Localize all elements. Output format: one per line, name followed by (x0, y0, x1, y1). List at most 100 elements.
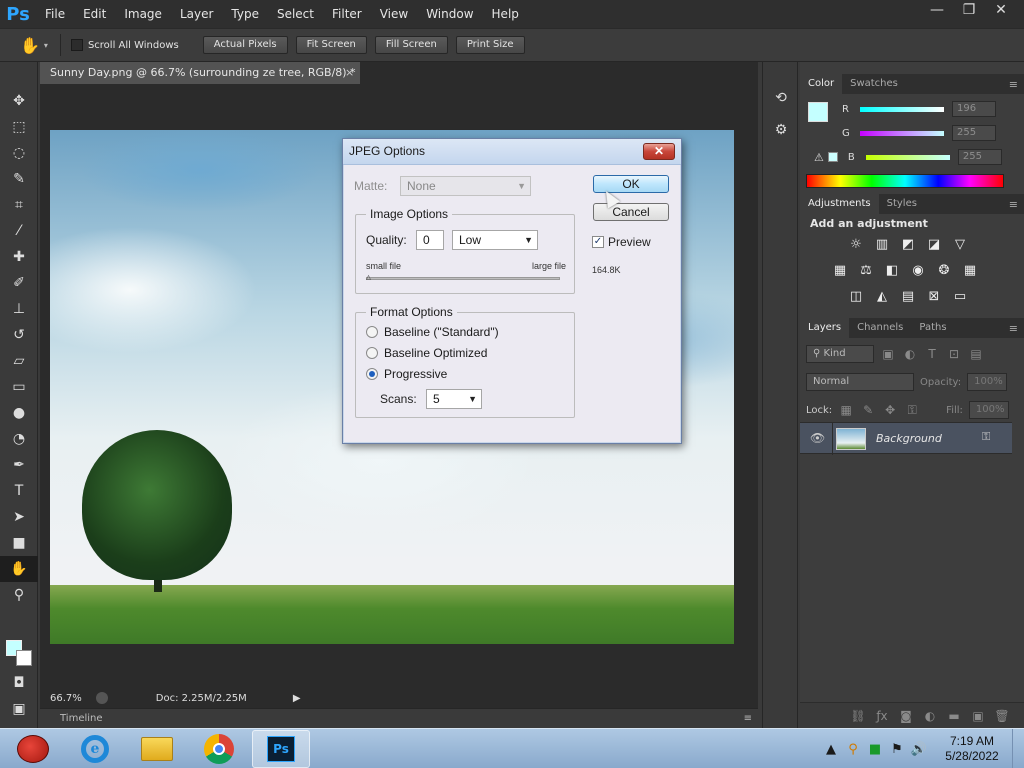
filter-pixel-icon[interactable]: ▣ (880, 347, 896, 361)
blur-tool-icon[interactable]: ● (0, 400, 38, 426)
eraser-tool-icon[interactable]: ▱ (0, 348, 38, 374)
tab-adjustments[interactable]: Adjustments (800, 194, 879, 214)
color-balance-icon[interactable]: ⚖ (856, 262, 876, 280)
progressive-radio[interactable] (366, 368, 378, 380)
green-value-field[interactable]: 255 (952, 125, 996, 141)
fill-field[interactable]: 100% (968, 401, 1009, 419)
tool-preset-chevron-icon[interactable]: ▾ (44, 41, 48, 50)
fit-screen-button[interactable]: Fit Screen (295, 36, 367, 54)
quality-input[interactable]: 0 (416, 230, 444, 250)
properties-panel-icon[interactable]: ⚙ (763, 114, 799, 146)
web-safe-swatch[interactable] (827, 152, 838, 162)
crop-tool-icon[interactable]: ⌗ (0, 192, 38, 218)
move-tool-icon[interactable]: ✥ (0, 88, 38, 114)
chrome-taskbar-icon[interactable] (190, 730, 248, 768)
tab-styles[interactable]: Styles (879, 194, 925, 214)
history-brush-tool-icon[interactable]: ↺ (0, 322, 38, 348)
zoom-tool-icon[interactable]: ⚲ (0, 582, 38, 608)
search-tray-icon[interactable]: ⚲ (842, 742, 864, 757)
opacity-field[interactable]: 100% (967, 373, 1008, 391)
selective-color-icon[interactable]: ⊠ (924, 288, 944, 306)
filter-adjustment-icon[interactable]: ◐ (902, 347, 918, 361)
background-color-swatch[interactable] (16, 650, 32, 666)
vibrance-icon[interactable]: ▽ (950, 236, 970, 254)
menu-layer[interactable]: Layer (171, 0, 222, 28)
system-clock[interactable]: 7:19 AM 5/28/2022 (938, 734, 1006, 764)
ok-button[interactable]: OK (593, 175, 669, 193)
link-layers-icon[interactable]: ⛓ (850, 709, 866, 723)
layer-style-icon[interactable]: ƒx (874, 709, 890, 723)
timeline-menu-icon[interactable]: ≡ (744, 709, 752, 728)
scans-dropdown[interactable]: 5 ▼ (426, 389, 482, 409)
internet-explorer-taskbar-icon[interactable]: e (66, 730, 124, 768)
baseline-optimized-radio[interactable] (366, 347, 378, 359)
black-white-icon[interactable]: ◧ (882, 262, 902, 280)
preview-checkbox[interactable]: ✓ Preview (592, 235, 651, 249)
healing-brush-tool-icon[interactable]: ✚ (0, 244, 38, 270)
quick-selection-tool-icon[interactable]: ✎ (0, 166, 38, 192)
fill-screen-button[interactable]: Fill Screen (374, 36, 448, 54)
marquee-tool-icon[interactable]: ⬚ (0, 114, 38, 140)
tab-swatches[interactable]: Swatches (842, 74, 906, 94)
channel-mixer-icon[interactable]: ❂ (934, 262, 954, 280)
new-group-icon[interactable]: ▬ (946, 709, 962, 723)
hue-saturation-icon[interactable]: ▦ (830, 262, 850, 280)
levels-icon[interactable]: ▥ (872, 236, 892, 254)
angry-birds-taskbar-icon[interactable] (4, 730, 62, 768)
threshold-icon[interactable]: ▤ (898, 288, 918, 306)
rectangle-tool-icon[interactable]: ■ (0, 530, 38, 556)
baseline-standard-option[interactable]: Baseline ("Standard") (366, 325, 499, 339)
lock-image-icon[interactable]: ✎ (860, 403, 876, 417)
layers-panel-menu-icon[interactable]: ≡ (1009, 322, 1024, 335)
pen-tool-icon[interactable]: ✒ (0, 452, 38, 478)
quality-preset-dropdown[interactable]: Low ▼ (452, 230, 538, 250)
new-layer-icon[interactable]: ▣ (970, 709, 986, 723)
invert-icon[interactable]: ◫ (846, 288, 866, 306)
layer-mask-icon[interactable]: ◙ (898, 709, 914, 723)
scroll-all-windows-checkbox[interactable]: Scroll All Windows (70, 39, 179, 51)
show-hidden-icons-icon[interactable]: ▲ (820, 742, 842, 757)
color-lookup-icon[interactable]: ▦ (960, 262, 980, 280)
preview-check-icon[interactable]: ✓ (592, 236, 604, 248)
eyedropper-tool-icon[interactable]: ⁄ (0, 218, 38, 244)
visibility-eye-icon[interactable]: 👁 (810, 431, 825, 445)
menu-help[interactable]: Help (483, 0, 528, 28)
print-size-button[interactable]: Print Size (455, 36, 525, 54)
clone-stamp-tool-icon[interactable]: ⊥ (0, 296, 38, 322)
show-desktop-button[interactable] (1012, 729, 1024, 768)
gradient-map-icon[interactable]: ▭ (950, 288, 970, 306)
restore-button[interactable]: ❐ (954, 0, 984, 20)
baseline-optimized-option[interactable]: Baseline Optimized (366, 346, 487, 360)
dialog-close-button[interactable]: ✕ (643, 143, 675, 160)
volume-icon[interactable]: 🔊 (908, 742, 930, 757)
menu-select[interactable]: Select (268, 0, 323, 28)
minimize-button[interactable]: — (922, 0, 952, 20)
quick-mask-icon[interactable]: ◘ (0, 670, 38, 696)
checkbox-box[interactable] (70, 39, 83, 51)
adjustments-panel-menu-icon[interactable]: ≡ (1009, 198, 1024, 211)
curves-icon[interactable]: ◩ (898, 236, 918, 254)
tab-channels[interactable]: Channels (849, 318, 911, 338)
blue-value-field[interactable]: 255 (957, 149, 1002, 165)
layer-filter-kind-dropdown[interactable]: ⚲ Kind (806, 345, 874, 363)
lock-transparent-icon[interactable]: ▦ (838, 403, 854, 417)
action-center-icon[interactable]: ⚑ (886, 742, 908, 757)
matte-dropdown[interactable]: None ▼ (400, 176, 531, 196)
blend-mode-dropdown[interactable]: Normal (806, 373, 914, 391)
history-panel-icon[interactable]: ⟲ (763, 82, 799, 114)
quality-slider-thumb[interactable]: ▵ (366, 272, 371, 283)
menu-edit[interactable]: Edit (74, 0, 115, 28)
document-tab[interactable]: Sunny Day.png @ 66.7% (surrounding ze tr… (40, 62, 360, 84)
tab-paths[interactable]: Paths (911, 318, 954, 338)
delete-layer-icon[interactable]: 🗑 (994, 709, 1010, 723)
brush-tool-icon[interactable]: ✐ (0, 270, 38, 296)
menu-window[interactable]: Window (417, 0, 482, 28)
menu-view[interactable]: View (371, 0, 417, 28)
path-selection-tool-icon[interactable]: ➤ (0, 504, 38, 530)
type-tool-icon[interactable]: T (0, 478, 38, 504)
hand-tool-icon[interactable]: ✋ (0, 556, 38, 582)
layer-background-row[interactable]: 👁 Background ⚿ (800, 422, 1012, 455)
filter-shape-icon[interactable]: ⊡ (946, 347, 962, 361)
network-icon[interactable]: ■ (864, 742, 886, 757)
red-slider[interactable] (860, 106, 944, 112)
